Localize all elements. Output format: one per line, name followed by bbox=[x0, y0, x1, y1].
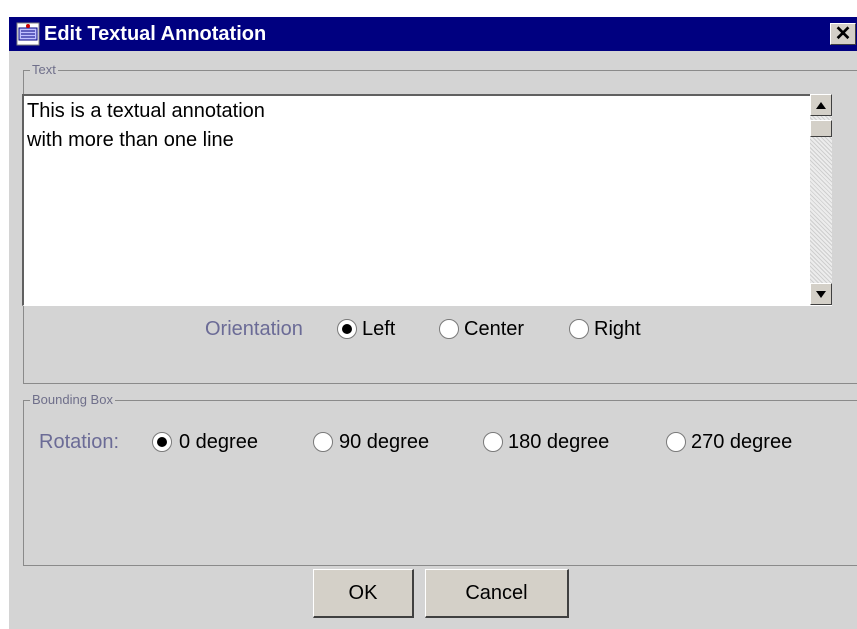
orientation-center-label[interactable]: Center bbox=[464, 317, 524, 341]
close-icon[interactable]: ✕ bbox=[830, 23, 856, 45]
orientation-label: Orientation bbox=[205, 318, 303, 340]
orientation-center-radio[interactable] bbox=[439, 319, 459, 339]
orientation-left-label[interactable]: Left bbox=[362, 317, 395, 341]
orientation-right-radio[interactable] bbox=[569, 319, 589, 339]
arrow-down-icon bbox=[816, 291, 826, 298]
app-icon bbox=[16, 22, 40, 46]
rotation-90-label[interactable]: 90 degree bbox=[339, 430, 429, 454]
scroll-thumb[interactable] bbox=[810, 120, 832, 137]
rotation-270-label[interactable]: 270 degree bbox=[691, 430, 792, 454]
annotation-textarea[interactable]: This is a textual annotation with more t… bbox=[22, 94, 832, 306]
rotation-label: Rotation: bbox=[39, 431, 120, 453]
edit-annotation-dialog: Edit Textual Annotation ✕ Text This is a… bbox=[8, 16, 857, 629]
rotation-0-radio[interactable] bbox=[152, 432, 172, 452]
orientation-left-radio[interactable] bbox=[337, 319, 357, 339]
annotation-text[interactable]: This is a textual annotation with more t… bbox=[27, 97, 265, 155]
rotation-90-radio[interactable] bbox=[313, 432, 333, 452]
window-title: Edit Textual Annotation bbox=[44, 23, 267, 45]
ok-button[interactable]: OK bbox=[313, 569, 414, 618]
cancel-button[interactable]: Cancel bbox=[425, 569, 569, 618]
scroll-up-button[interactable] bbox=[810, 94, 832, 116]
title-bar[interactable]: Edit Textual Annotation ✕ bbox=[9, 17, 857, 51]
vertical-scrollbar[interactable] bbox=[810, 94, 832, 305]
bounding-box-group: Bounding Box bbox=[23, 392, 857, 566]
bounding-box-legend: Bounding Box bbox=[30, 392, 115, 408]
arrow-up-icon bbox=[816, 102, 826, 109]
rotation-0-label[interactable]: 0 degree bbox=[179, 430, 258, 454]
rotation-180-label[interactable]: 180 degree bbox=[508, 430, 609, 454]
text-group-legend: Text bbox=[30, 62, 58, 78]
rotation-270-radio[interactable] bbox=[666, 432, 686, 452]
scroll-down-button[interactable] bbox=[810, 283, 832, 305]
rotation-180-radio[interactable] bbox=[483, 432, 503, 452]
orientation-right-label[interactable]: Right bbox=[594, 317, 641, 341]
